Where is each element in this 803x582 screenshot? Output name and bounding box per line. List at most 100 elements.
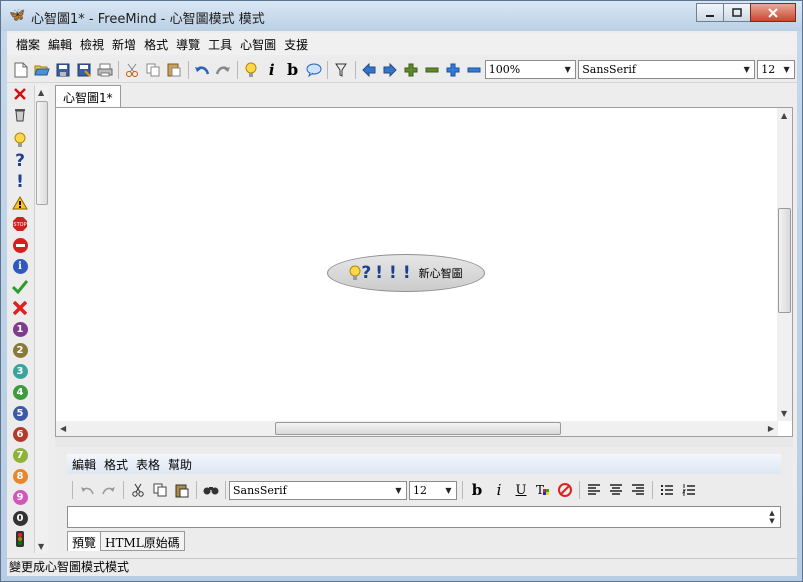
no-entry-icon[interactable] [11,236,29,254]
find-icon[interactable] [200,480,222,500]
paste-icon[interactable] [171,480,193,500]
tab-mindmap-1[interactable]: 心智圖1* [55,85,121,107]
menu-format[interactable]: 格式 [141,36,171,53]
redo-icon[interactable] [213,60,233,80]
scroll-right-icon[interactable]: ▶ [768,424,774,433]
title-bar[interactable]: 🦋 心智圖1* - FreeMind - 心智圖模式 模式 [1,1,802,31]
notes-menu-table[interactable]: 表格 [133,456,163,473]
notes-font-size-select[interactable]: 12 ▼ [409,480,457,500]
underline-icon[interactable]: U [510,480,532,500]
bold-icon[interactable]: b [466,480,488,500]
align-right-icon[interactable] [627,480,649,500]
help-icon[interactable]: ? [11,151,29,171]
scroll-up-icon[interactable]: ▲ [769,509,774,517]
open-icon[interactable] [32,60,52,80]
zoom-select[interactable]: 100% ▼ [484,60,577,79]
scroll-down-icon[interactable]: ▼ [781,409,787,418]
important-icon[interactable]: ! [11,172,29,192]
menu-file[interactable]: 檔案 [13,36,43,53]
italic-icon[interactable]: i [262,60,282,80]
numbered-list-icon[interactable] [678,480,700,500]
cut-icon[interactable] [122,60,142,80]
priority-9-icon[interactable]: 9 [11,488,29,506]
paste-icon[interactable] [164,60,184,80]
font-family-select[interactable]: SansSerif ▼ [578,60,756,79]
canvas-horizontal-scrollbar[interactable]: ◀ ▶ [56,421,778,436]
undo-icon[interactable] [76,480,98,500]
priority-3-icon[interactable]: 3 [11,362,29,380]
print-icon[interactable] [95,60,115,80]
priority-6-icon[interactable]: 6 [11,425,29,443]
priority-8-icon[interactable]: 8 [11,467,29,485]
bullet-list-icon[interactable] [656,480,678,500]
traffic-light-icon[interactable] [11,530,29,548]
save-icon[interactable] [53,60,73,80]
plus-icon[interactable] [401,60,421,80]
idea-icon[interactable] [241,60,261,80]
italic-icon[interactable]: i [488,480,510,500]
notes-scroll-spinner[interactable]: ▲ ▼ [764,507,780,527]
minimize-button[interactable] [696,3,724,22]
forward-icon[interactable] [380,60,400,80]
back-icon[interactable] [359,60,379,80]
split-pane-divider[interactable] [55,437,793,447]
scroll-down-icon[interactable]: ▼ [38,542,44,551]
stop-icon[interactable]: STOP [11,215,29,233]
priority-7-icon[interactable]: 7 [11,446,29,464]
note-icon[interactable] [304,60,324,80]
tab-preview[interactable]: 預覽 [67,531,102,551]
collapse-icon[interactable] [464,60,484,80]
menu-help[interactable]: 支援 [281,36,311,53]
scroll-up-icon[interactable]: ▲ [38,88,44,97]
notes-menu-edit[interactable]: 編輯 [69,456,99,473]
clear-format-icon[interactable] [554,480,576,500]
copy-icon[interactable] [149,480,171,500]
warning-icon[interactable] [11,194,29,212]
menu-tools[interactable]: 工具 [205,36,235,53]
minus-icon[interactable] [422,60,442,80]
scroll-up-icon[interactable]: ▲ [781,111,787,120]
undo-icon[interactable] [192,60,212,80]
priority-1-icon[interactable]: 1 [11,320,29,338]
bold-icon[interactable]: b [283,60,303,80]
notes-text-area[interactable]: ▲ ▼ [67,506,781,528]
notes-menu-format[interactable]: 格式 [101,456,131,473]
align-center-icon[interactable] [605,480,627,500]
redo-icon[interactable] [98,480,120,500]
canvas-horizontal-scroll-thumb[interactable] [275,422,561,435]
text-color-icon[interactable]: T [532,480,554,500]
menu-navigate[interactable]: 導覽 [173,36,203,53]
new-icon[interactable] [11,60,31,80]
cross-icon[interactable] [11,299,29,317]
maximize-button[interactable] [723,3,751,22]
expand-icon[interactable] [443,60,463,80]
priority-2-icon[interactable]: 2 [11,341,29,359]
tab-html-source[interactable]: HTML原始碼 [100,531,185,551]
copy-icon[interactable] [143,60,163,80]
idea-icon[interactable] [11,131,29,149]
filter-icon[interactable] [331,60,351,80]
trash-icon[interactable] [11,105,29,123]
mindmap-canvas[interactable]: ? ! ! ! 新心智圖 ▲ ▼ ◀ ▶ [55,107,793,437]
scroll-down-icon[interactable]: ▼ [769,517,774,525]
notes-menu-help[interactable]: 幫助 [165,456,195,473]
canvas-vertical-scrollbar[interactable]: ▲ ▼ [777,108,792,421]
icon-palette-scrollbar[interactable]: ▲ ▼ [34,85,48,553]
priority-0-icon[interactable]: 0 [11,509,29,527]
notes-font-family-select[interactable]: SansSerif ▼ [229,480,407,500]
check-icon[interactable] [11,278,29,296]
save-as-icon[interactable] [74,60,94,80]
priority-5-icon[interactable]: 5 [11,404,29,422]
font-size-select[interactable]: 12 ▼ [757,60,796,79]
priority-4-icon[interactable]: 4 [11,383,29,401]
menu-mindmap[interactable]: 心智圖 [237,36,279,53]
remove-icon[interactable] [11,85,29,103]
align-left-icon[interactable] [583,480,605,500]
canvas-vertical-scroll-thumb[interactable] [778,208,791,313]
menu-view[interactable]: 檢視 [77,36,107,53]
menu-insert[interactable]: 新增 [109,36,139,53]
info-icon[interactable]: i [11,257,29,275]
close-button[interactable] [750,3,796,22]
menu-edit[interactable]: 編輯 [45,36,75,53]
icon-palette-scroll-thumb[interactable] [36,101,48,205]
